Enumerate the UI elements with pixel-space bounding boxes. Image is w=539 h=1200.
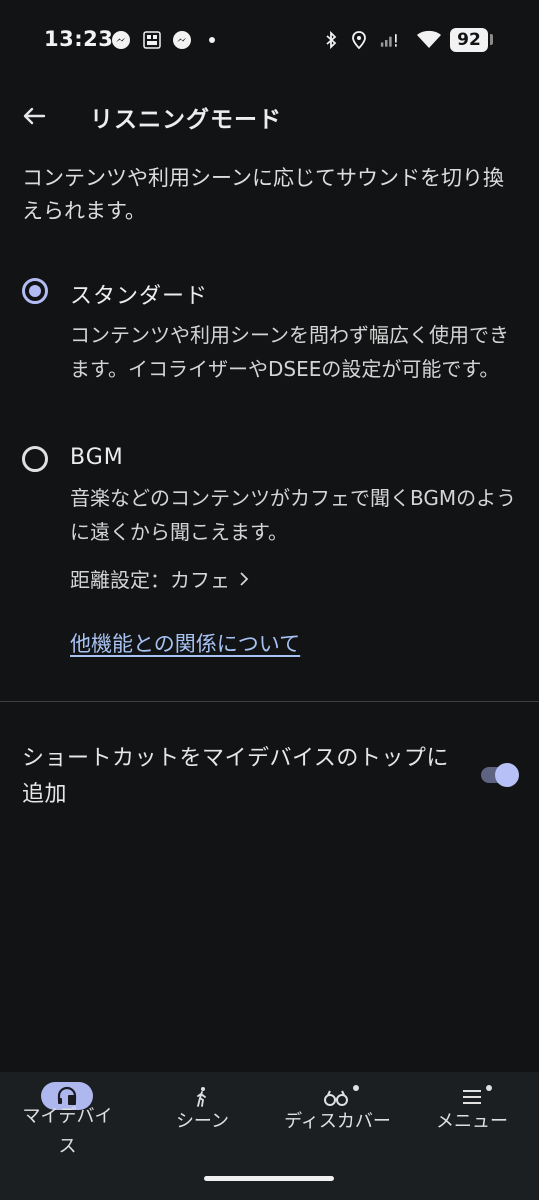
battery-tip	[490, 34, 493, 45]
nav-item-my-device[interactable]: マイデバイス	[0, 1072, 135, 1172]
status-bar: 13:23 92	[0, 0, 539, 80]
nav-item-scene[interactable]: シーン	[135, 1072, 270, 1172]
menu-icon	[463, 1090, 481, 1104]
arrow-left-icon[interactable]	[20, 102, 48, 130]
distance-setting-label: 距離設定：カフェ	[70, 568, 230, 592]
radio-standard[interactable]	[22, 278, 48, 304]
related-features-link[interactable]: 他機能との関係について	[70, 628, 300, 658]
dot-icon	[209, 37, 215, 43]
chevron-right-icon	[240, 571, 249, 586]
nav-label-menu: メニュー	[436, 1111, 508, 1132]
shortcut-label: ショートカットをマイデバイスのトップに追加	[22, 746, 449, 807]
binoculars-icon	[324, 1090, 348, 1106]
shortcut-toggle[interactable]	[481, 761, 521, 789]
nav-label-scene: シーン	[175, 1111, 230, 1132]
status-time: 13:23	[44, 27, 114, 51]
distance-setting-row[interactable]: 距離設定：カフェ	[70, 564, 252, 593]
listening-mode-screen: 13:23 92 リスニングモード コンテンツや利用シーンに応じてサウンドを切り…	[0, 0, 539, 1200]
manga-app-icon	[143, 31, 161, 49]
menu-notification-dot	[486, 1085, 492, 1091]
page-title: リスニングモード	[90, 107, 282, 133]
wifi-icon	[417, 30, 441, 48]
nav-label-my-device: マイデバイス	[22, 1106, 113, 1157]
section-divider	[0, 701, 539, 702]
intro-text: コンテンツや利用シーンに応じてサウンドを切り換えられます。	[22, 166, 504, 223]
location-icon	[352, 31, 366, 50]
option-bgm-title: BGM	[70, 445, 124, 470]
messenger-icon	[112, 31, 130, 49]
nav-label-discover: ディスカバー	[284, 1111, 391, 1132]
nav-item-menu[interactable]: メニュー	[405, 1072, 539, 1172]
battery-indicator: 92	[450, 28, 488, 52]
option-standard-title: スタンダード	[70, 284, 209, 309]
home-indicator[interactable]	[204, 1176, 334, 1181]
discover-notification-dot	[353, 1085, 359, 1091]
toggle-thumb	[495, 763, 519, 787]
signal-icon	[380, 34, 397, 47]
radio-bgm[interactable]	[22, 446, 48, 472]
walking-person-icon	[197, 1087, 206, 1107]
messenger-icon	[173, 31, 191, 49]
option-bgm-description: 音楽などのコンテンツがカフェで聞くBGMのように遠くから聞こえます。	[70, 486, 517, 544]
option-standard-description: コンテンツや利用シーンを問わず幅広く使用できます。イコライザーやDSEEの設定が…	[70, 323, 509, 381]
bluetooth-icon	[326, 30, 337, 50]
nav-item-discover[interactable]: ディスカバー	[270, 1072, 405, 1172]
